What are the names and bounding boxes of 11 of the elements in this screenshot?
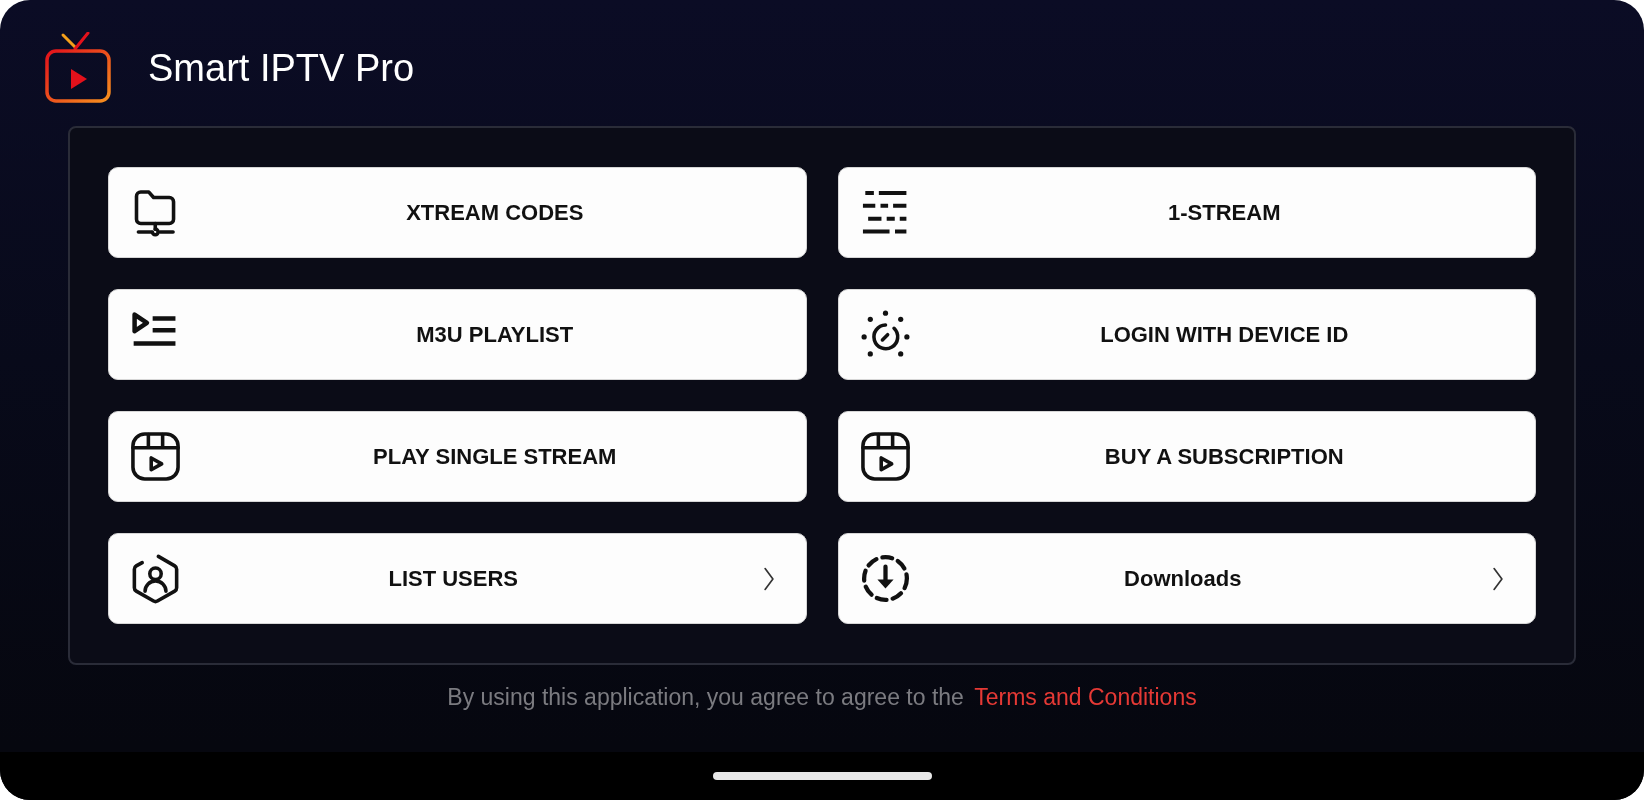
menu-button[interactable]: BUY A SUBSCRIPTION [837,411,1536,502]
menu-button[interactable]: M3U PLAYLIST [108,289,807,380]
menu-button[interactable]: PLAY SINGLE STREAM [108,411,807,502]
menu-button[interactable]: LIST USERS [108,533,807,624]
app-title: Smart IPTV Pro [148,48,415,90]
menu-button[interactable]: Downloads [837,533,1536,624]
terms-link[interactable]: Terms and Conditions [974,684,1197,710]
terms-notice: By using this application, you agree to agree to the Terms and Conditions [446,684,1198,712]
menu-button[interactable]: 1-STREAM [837,167,1536,258]
menu-button[interactable]: LOGIN WITH DEVICE ID [837,289,1536,380]
menu-button[interactable]: XTREAM CODES [108,167,807,258]
